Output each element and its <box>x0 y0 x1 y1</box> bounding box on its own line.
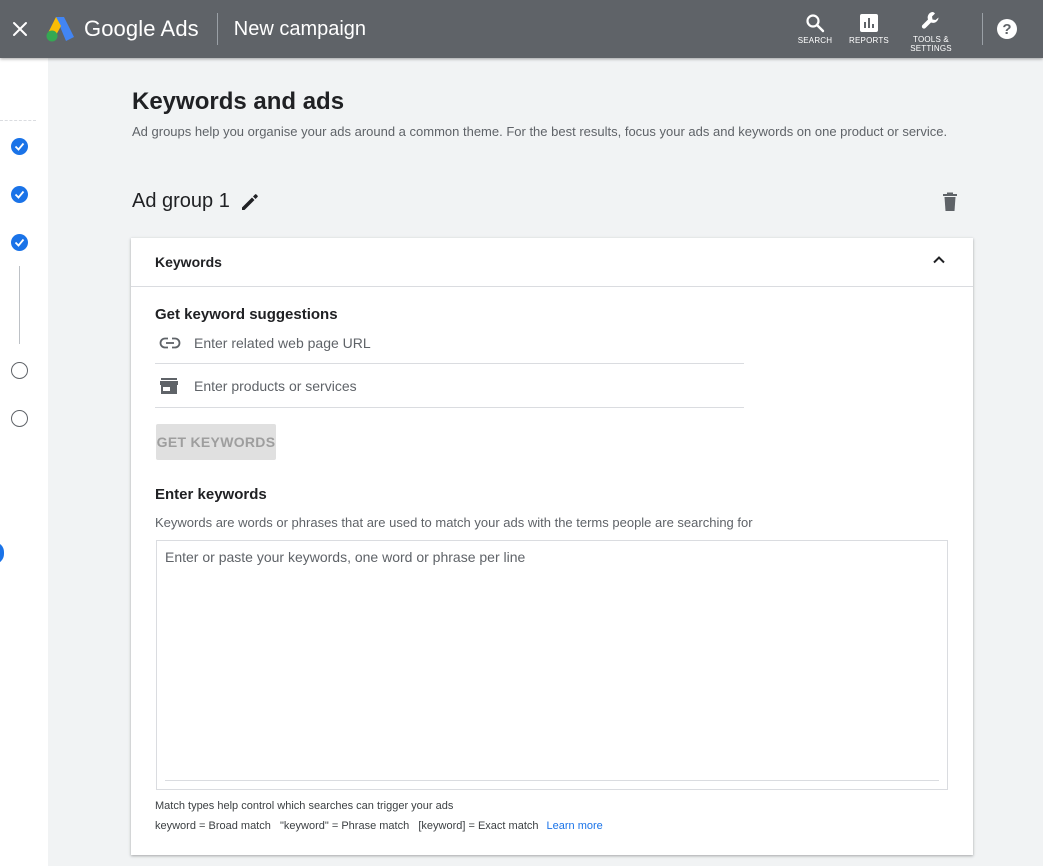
reports-button[interactable]: REPORTS <box>842 0 896 58</box>
step-4-incomplete[interactable] <box>11 362 28 379</box>
tools-settings-button[interactable]: TOOLS & SETTINGS <box>896 2 966 60</box>
google-ads-logo-icon <box>46 17 74 42</box>
keyword-suggestions-title: Get keyword suggestions <box>155 306 338 323</box>
store-icon <box>160 378 178 394</box>
collapse-button[interactable] <box>931 252 947 273</box>
pencil-icon <box>241 193 258 210</box>
ad-group-heading: Ad group 1 <box>132 190 260 213</box>
close-icon <box>13 22 27 36</box>
match-types-note: Match types help control which searches … <box>155 800 454 812</box>
keywords-card-title: Keywords <box>155 254 222 270</box>
get-keywords-button[interactable]: GET KEYWORDS <box>156 424 276 460</box>
page-description: Ad groups help you organise your ads aro… <box>132 124 948 139</box>
step-5-incomplete[interactable] <box>11 410 28 427</box>
check-icon <box>14 190 25 199</box>
search-icon <box>806 14 825 33</box>
step-2-completed[interactable] <box>11 186 28 203</box>
reports-icon <box>860 14 878 32</box>
page-title: Keywords and ads <box>132 88 345 115</box>
help-divider <box>982 13 983 45</box>
keywords-textarea[interactable] <box>165 549 939 779</box>
step-1-completed[interactable] <box>11 138 28 155</box>
google-ads-logo[interactable]: Google Ads <box>44 15 199 43</box>
link-icon <box>159 337 181 348</box>
url-field <box>155 322 744 364</box>
textarea-underline <box>165 780 939 781</box>
learn-more-link[interactable]: Learn more <box>547 820 603 832</box>
wrench-icon <box>921 11 939 29</box>
stepper-connector <box>19 266 20 344</box>
search-button[interactable]: SEARCH <box>788 0 842 58</box>
title-divider <box>216 13 218 45</box>
campaign-stepper <box>0 58 48 866</box>
url-input[interactable] <box>194 334 734 351</box>
step-3-completed[interactable] <box>11 234 28 251</box>
stepper-divider <box>0 120 36 121</box>
brand-name: Google Ads <box>84 16 199 41</box>
trash-icon <box>943 192 957 211</box>
reports-label: REPORTS <box>849 36 889 45</box>
keywords-card-header[interactable]: Keywords <box>131 238 973 287</box>
keywords-textarea-container <box>156 540 948 790</box>
page-window-title: New campaign <box>233 17 367 40</box>
search-label: SEARCH <box>797 36 833 45</box>
chevron-up-icon <box>933 256 945 264</box>
help-icon[interactable]: ? <box>997 19 1017 39</box>
check-icon <box>14 142 25 151</box>
match-types-text: keyword = Broad match "keyword" = Phrase… <box>155 820 539 832</box>
delete-ad-group-button[interactable] <box>942 192 958 217</box>
close-button[interactable] <box>0 0 40 58</box>
tools-label: TOOLS & SETTINGS <box>910 34 952 53</box>
top-bar: Google Ads New campaign SEARCH REPORTS T <box>0 0 1043 58</box>
enter-keywords-title: Enter keywords <box>155 486 267 503</box>
enter-keywords-description: Keywords are words or phrases that are u… <box>155 515 753 530</box>
check-icon <box>14 238 25 247</box>
top-actions: SEARCH REPORTS TOOLS & SETTINGS ? <box>788 0 1043 58</box>
keywords-card: Keywords Get keyword suggestions Enter r… <box>131 238 973 855</box>
products-input[interactable] <box>194 378 734 394</box>
products-field <box>155 365 744 408</box>
current-step-indicator <box>0 542 4 564</box>
edit-ad-group-button[interactable] <box>240 192 260 212</box>
ad-group-name: Ad group 1 <box>132 190 230 212</box>
match-types-legend: keyword = Broad match "keyword" = Phrase… <box>155 820 603 832</box>
